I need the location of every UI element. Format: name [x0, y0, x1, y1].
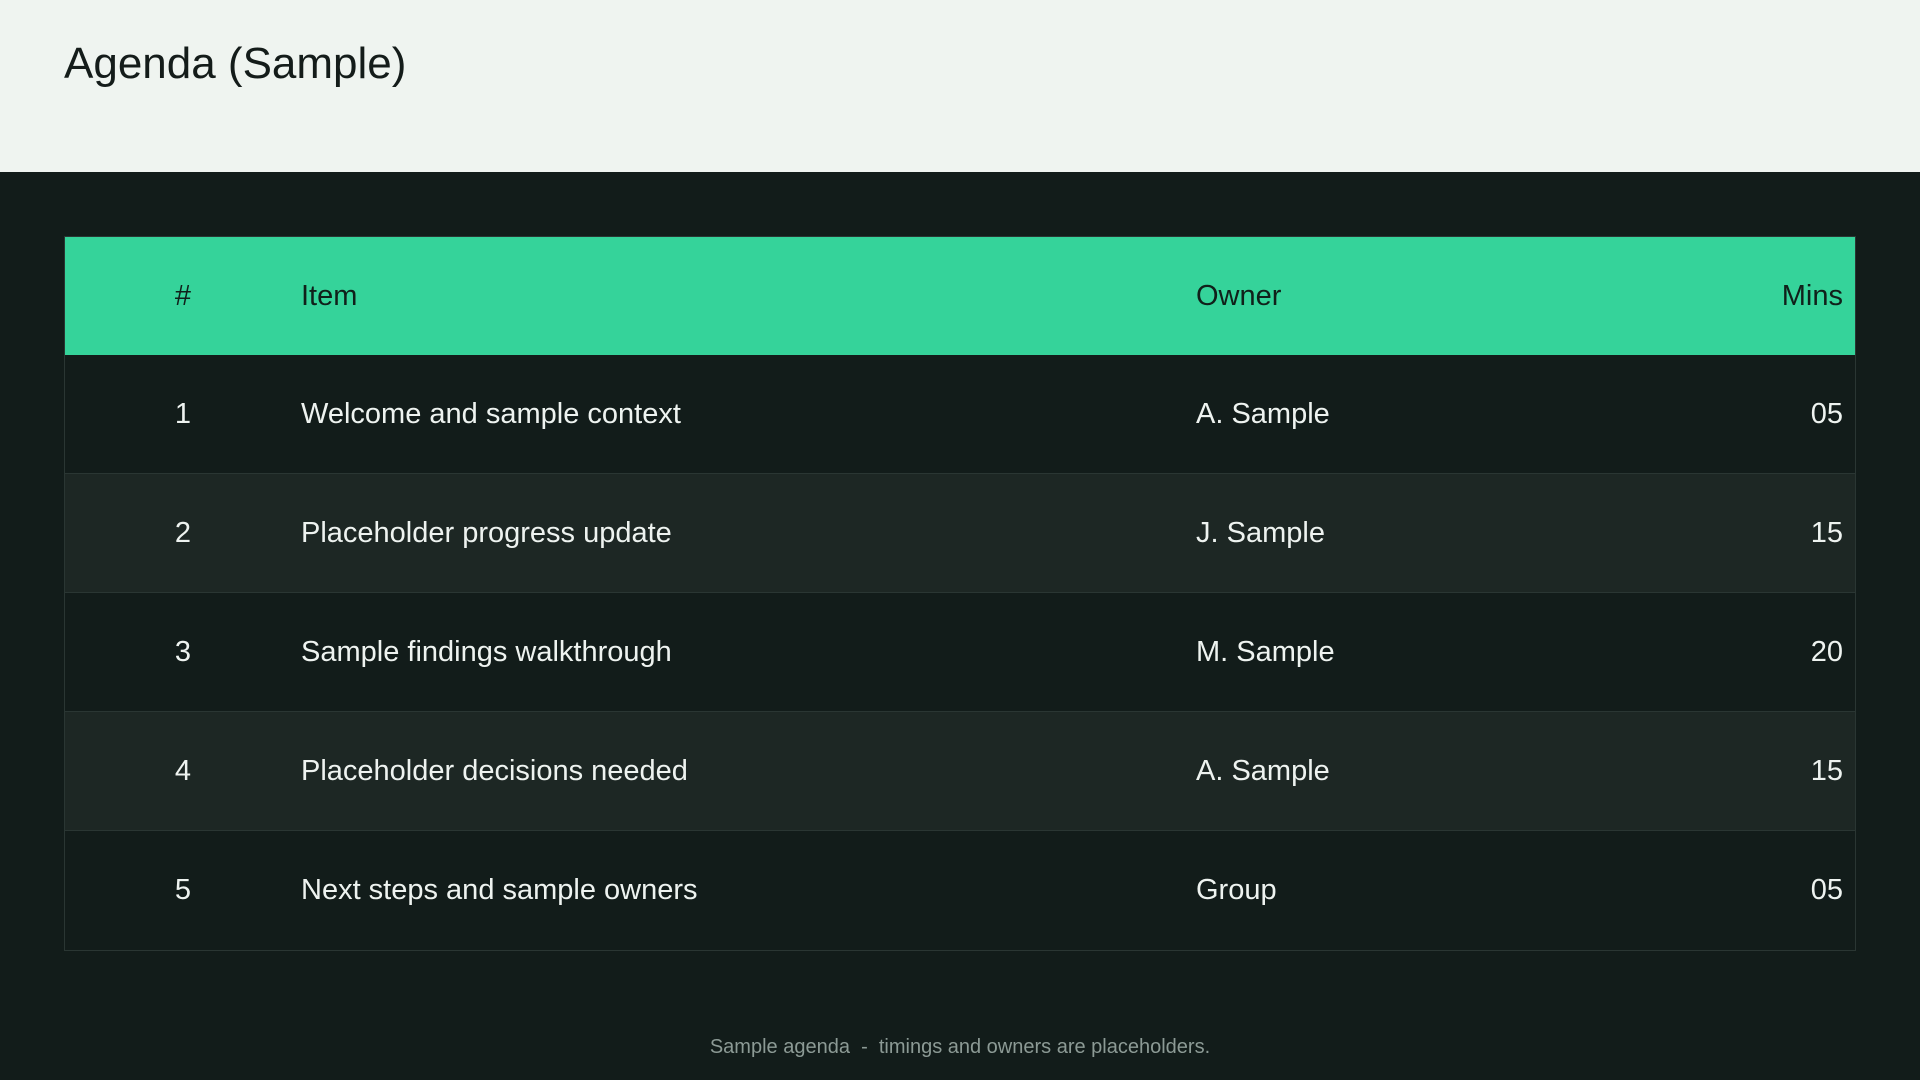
row-mins: 15 [1810, 754, 1843, 787]
table-row: 5 Next steps and sample owners Group 05 [65, 831, 1855, 950]
column-header-item: Item [301, 279, 358, 312]
row-number: 2 [174, 516, 192, 549]
row-owner: Group [1196, 874, 1277, 906]
row-item: Sample findings walkthrough [301, 635, 672, 668]
row-mins: 15 [1810, 516, 1843, 549]
footer-note: Sample agenda - timings and owners are p… [709, 1036, 1211, 1058]
row-number: 5 [174, 874, 192, 906]
agenda-table: # Item Owner Mins 1 Welcome and sample c… [64, 236, 1856, 951]
row-item: Next steps and sample owners [301, 874, 698, 906]
table-row: 3 Sample findings walkthrough M. Sample … [65, 593, 1855, 712]
row-mins: 05 [1810, 874, 1843, 906]
row-number: 1 [174, 397, 192, 430]
row-mins: 05 [1810, 397, 1843, 430]
column-header-mins: Mins [1781, 279, 1843, 312]
page-title: Agenda (Sample) [64, 39, 407, 88]
header-bar: Agenda (Sample) [0, 0, 1920, 172]
row-mins: 20 [1810, 635, 1843, 668]
row-owner: J. Sample [1196, 516, 1325, 549]
column-header-number: # [174, 279, 192, 312]
table-header-row: # Item Owner Mins [65, 237, 1855, 355]
row-number: 3 [174, 635, 192, 668]
row-item: Placeholder decisions needed [301, 754, 688, 787]
table-row: 4 Placeholder decisions needed A. Sample… [65, 712, 1855, 831]
table-row: 2 Placeholder progress update J. Sample … [65, 474, 1855, 593]
row-number: 4 [174, 754, 192, 787]
row-owner: M. Sample [1196, 635, 1335, 668]
row-owner: A. Sample [1196, 754, 1330, 787]
row-owner: A. Sample [1196, 397, 1330, 430]
column-header-owner: Owner [1196, 279, 1282, 312]
table-row: 1 Welcome and sample context A. Sample 0… [65, 355, 1855, 474]
row-item: Placeholder progress update [301, 516, 672, 549]
row-item: Welcome and sample context [301, 397, 681, 430]
